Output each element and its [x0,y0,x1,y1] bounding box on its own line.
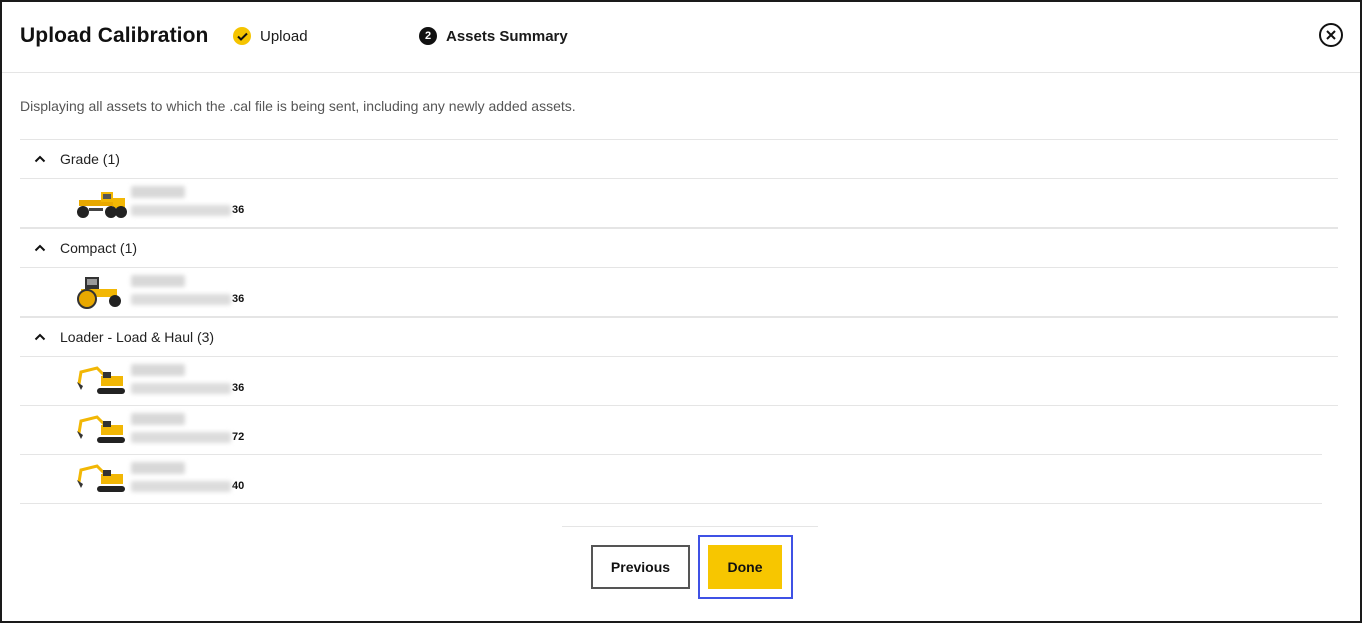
group-header-compact[interactable]: Compact (1) [20,228,1338,268]
asset-info: 36 [131,364,244,394]
asset-name-redacted [131,275,185,287]
excavator-icon [77,366,125,394]
asset-serial-suffix: 40 [232,480,245,492]
step-upload: Upload [233,27,308,45]
compactor-icon [77,277,121,309]
chevron-up-icon[interactable] [34,244,48,252]
done-button[interactable]: Done [708,545,782,589]
group-label: Compact (1) [60,240,138,256]
asset-serial-suffix: 72 [232,431,245,443]
asset-serial-suffix: 36 [232,293,245,305]
group-header-loader-load-haul[interactable]: Loader - Load & Haul (3) [20,317,1338,357]
excavator-icon [77,464,125,492]
asset-name-redacted [131,364,185,376]
asset-serial-redacted [131,204,231,216]
upload-calibration-dialog: Upload Calibration Upload 2 Assets Summa… [0,0,1362,623]
assets-description: Displaying all assets to which the .cal … [20,98,576,114]
group-label: Loader - Load & Haul (3) [60,329,215,345]
asset-info: 72 [131,413,244,443]
asset-info: 36 [131,275,244,305]
grader-icon [77,192,127,218]
asset-serial-suffix: 36 [232,204,245,216]
dialog-header: Upload Calibration Upload 2 Assets Summa… [2,2,1360,73]
checkmark-icon [233,27,251,45]
asset-name-redacted [131,186,185,198]
step-assets-summary: 2 Assets Summary [419,27,568,45]
asset-group-list: Grade (1) 36 Compact (1) 36 Loader - Loa… [20,139,1338,504]
asset-serial-redacted [131,480,231,492]
asset-serial-redacted [131,431,231,443]
asset-name-redacted [131,413,185,425]
excavator-icon [77,415,125,443]
group-label: Grade (1) [60,151,120,167]
step-upload-label: Upload [260,27,308,45]
list-item: 72 [20,406,1322,455]
footer-divider [562,526,818,527]
step-assets-summary-label: Assets Summary [446,27,568,45]
list-item: 36 [20,179,1338,228]
asset-serial-redacted [131,293,231,305]
asset-serial-suffix: 36 [232,382,245,394]
list-item: 36 [20,357,1338,406]
chevron-up-icon[interactable] [34,333,48,341]
asset-info: 36 [131,186,244,216]
asset-serial-redacted [131,382,231,394]
list-item: 36 [20,268,1338,317]
dialog-title: Upload Calibration [20,24,209,47]
close-icon[interactable] [1319,23,1343,47]
asset-info: 40 [131,462,244,492]
previous-button[interactable]: Previous [591,545,690,589]
group-header-grade[interactable]: Grade (1) [20,139,1338,179]
list-item: 40 [20,455,1322,504]
asset-name-redacted [131,462,185,474]
chevron-up-icon[interactable] [34,155,48,163]
step-number-badge: 2 [419,27,437,45]
